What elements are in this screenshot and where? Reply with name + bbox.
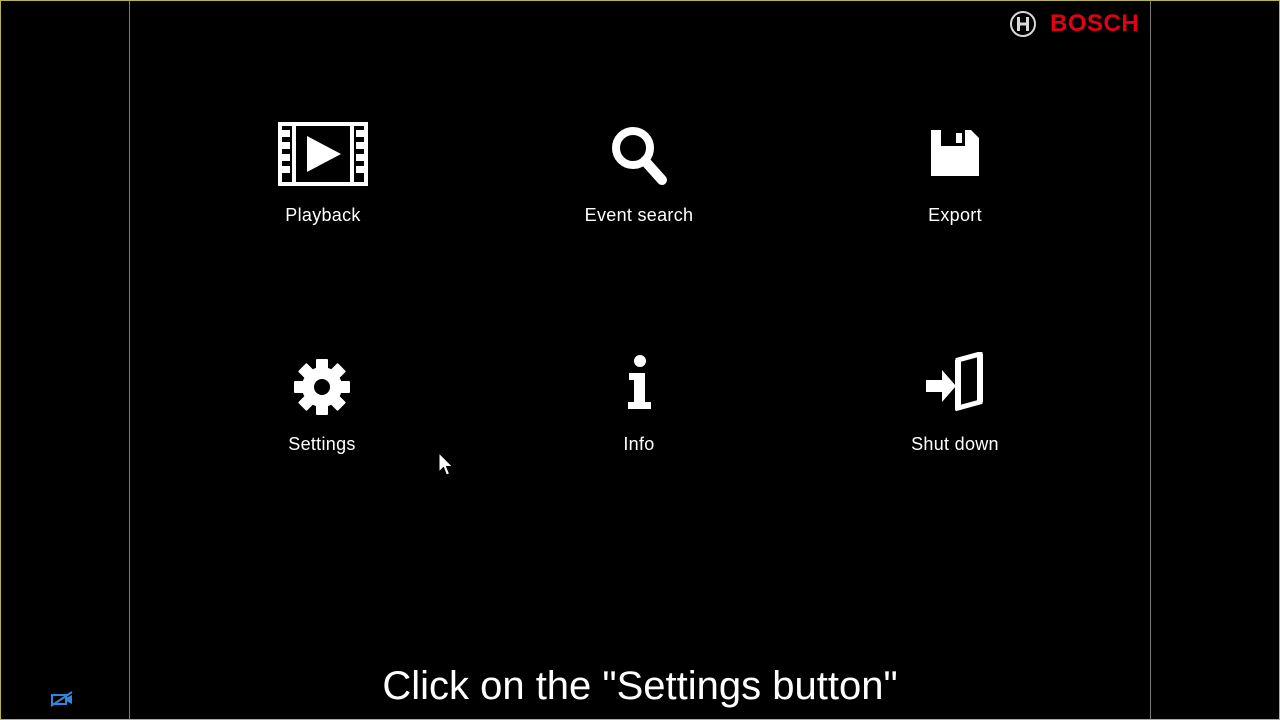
info-icon [624, 354, 654, 414]
exit-door-icon [924, 350, 986, 420]
playback-button[interactable]: Playback [223, 118, 423, 258]
info-button[interactable]: Info [539, 348, 739, 488]
export-label: Export [928, 205, 982, 225]
mouse-cursor-icon [438, 451, 454, 482]
instruction-caption: Click on the "Settings button" [382, 664, 898, 708]
floppy-disk-icon [929, 128, 981, 182]
bosch-armature-icon [1010, 11, 1036, 37]
event-search-label: Event search [584, 205, 694, 225]
shutdown-label: Shut down [911, 434, 999, 454]
settings-button[interactable]: Settings [222, 348, 422, 488]
gear-icon [293, 358, 351, 420]
event-search-button[interactable]: Event search [539, 118, 739, 258]
settings-label: Settings [288, 434, 356, 454]
brand-name: BOSCH [1050, 10, 1140, 37]
film-play-icon [278, 122, 368, 190]
info-label: Info [623, 434, 655, 454]
playback-label: Playback [285, 205, 361, 225]
brand: BOSCH [1010, 9, 1139, 39]
export-button[interactable]: Export [855, 118, 1055, 258]
shutdown-button[interactable]: Shut down [855, 348, 1055, 488]
search-icon [609, 124, 669, 190]
right-divider [1150, 1, 1151, 719]
